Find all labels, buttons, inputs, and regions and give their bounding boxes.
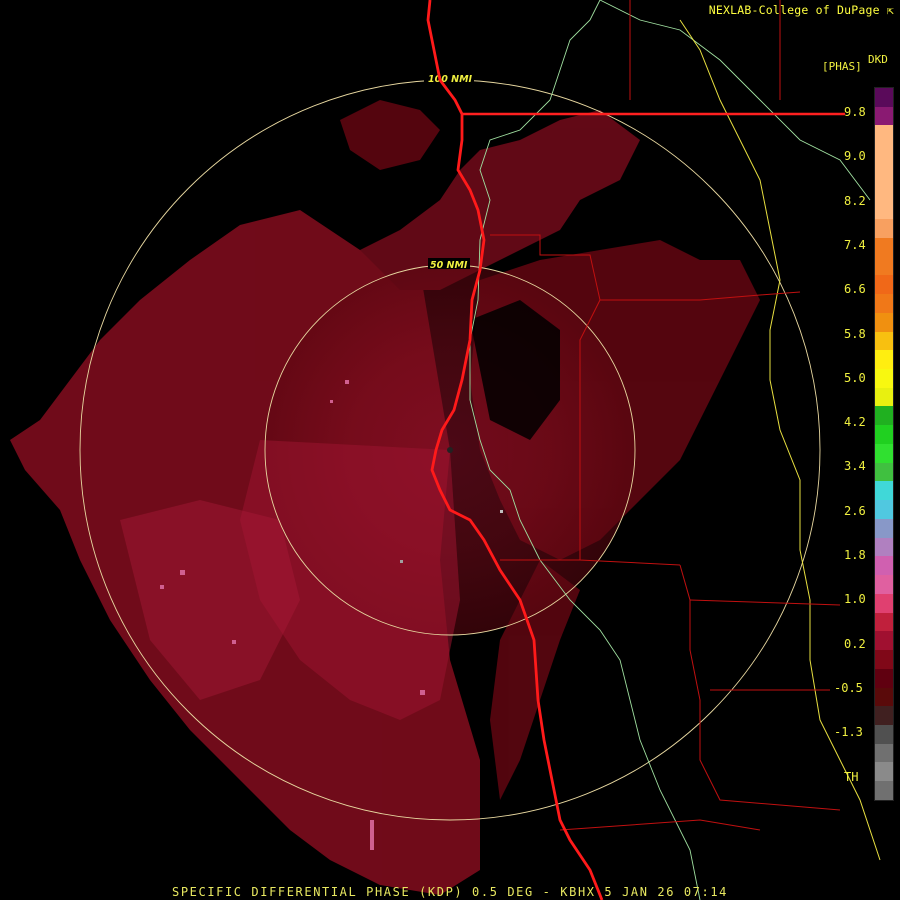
scale-color-segment: [875, 88, 893, 107]
radar-map: 100 NMI 50 NMI: [10, 0, 881, 900]
scale-color-segment: [875, 481, 893, 501]
scale-color-segment: [875, 575, 893, 594]
legend-tick-label: 1.8: [844, 548, 866, 562]
legend-tick-label: 5.0: [844, 370, 866, 385]
legend-tick-label: 5.8: [844, 326, 866, 341]
scale-color-segment: [875, 687, 893, 707]
clear-patch-4: [560, 520, 820, 880]
legend-product-code: DKD: [868, 53, 888, 66]
scale-color-segment: [875, 219, 893, 238]
legend-tick-label: -0.5: [834, 680, 863, 695]
product-title: SPECIFIC DIFFERENTIAL PHASE (KDP) 0.5 DE…: [172, 885, 728, 899]
legend-tick-label: 7.4: [844, 237, 866, 252]
legend-tick-label: 6.6: [844, 282, 866, 297]
legend-tick-label: 3.4: [844, 459, 866, 474]
credit-text: NEXLAB-College of DuPage ⇱: [709, 3, 894, 17]
scale-color-segment: [875, 256, 893, 276]
scale-color-segment: [875, 350, 893, 370]
scale-color-segment: [875, 125, 893, 145]
legend-tick-label: 9.0: [844, 149, 866, 164]
speckle: [500, 510, 503, 513]
scale-color-segment: [875, 294, 893, 313]
cursor-arrow-icon: ⇱: [886, 3, 894, 17]
scale-color-segment: [875, 724, 893, 744]
echo-northwest-patch: [340, 100, 440, 170]
scale-color-segment: [875, 668, 893, 688]
speckle: [160, 585, 164, 589]
legend-tick-label: 4.2: [844, 415, 866, 430]
speckle: [370, 820, 374, 850]
scale-color-segment: [875, 387, 893, 407]
ring-label-50: 50 NMI: [430, 260, 468, 271]
legend-tick-label: TH: [844, 769, 859, 784]
speckle: [420, 690, 425, 695]
speckle: [232, 640, 236, 644]
scale-color-segment: [875, 612, 893, 632]
legend-tick-label: -1.3: [834, 725, 863, 740]
scale-color-segment: [875, 518, 893, 538]
legend-tick-label: 0.2: [844, 636, 866, 651]
radar-site-marker: [447, 447, 453, 453]
legend-tick-label: 9.8: [844, 105, 866, 119]
ring-label-100: 100 NMI: [428, 74, 473, 85]
legend-tick-label: 2.6: [844, 503, 866, 518]
legend-tick-label: 8.2: [844, 193, 866, 208]
legend-unit: [PHAS]: [822, 60, 862, 73]
speckle: [180, 570, 185, 575]
legend-tick-label: 1.0: [844, 592, 866, 607]
scale-color-segment: [875, 650, 893, 669]
scale-color-segment: [875, 743, 893, 763]
speckle: [400, 560, 403, 563]
speckle: [330, 400, 333, 403]
scale-color-segment: [875, 781, 893, 800]
speckle: [345, 380, 349, 384]
scale-color-segment: [875, 706, 893, 725]
scale-color-segment: [875, 162, 893, 182]
credit-label: NEXLAB-College of DuPage: [708, 3, 880, 17]
